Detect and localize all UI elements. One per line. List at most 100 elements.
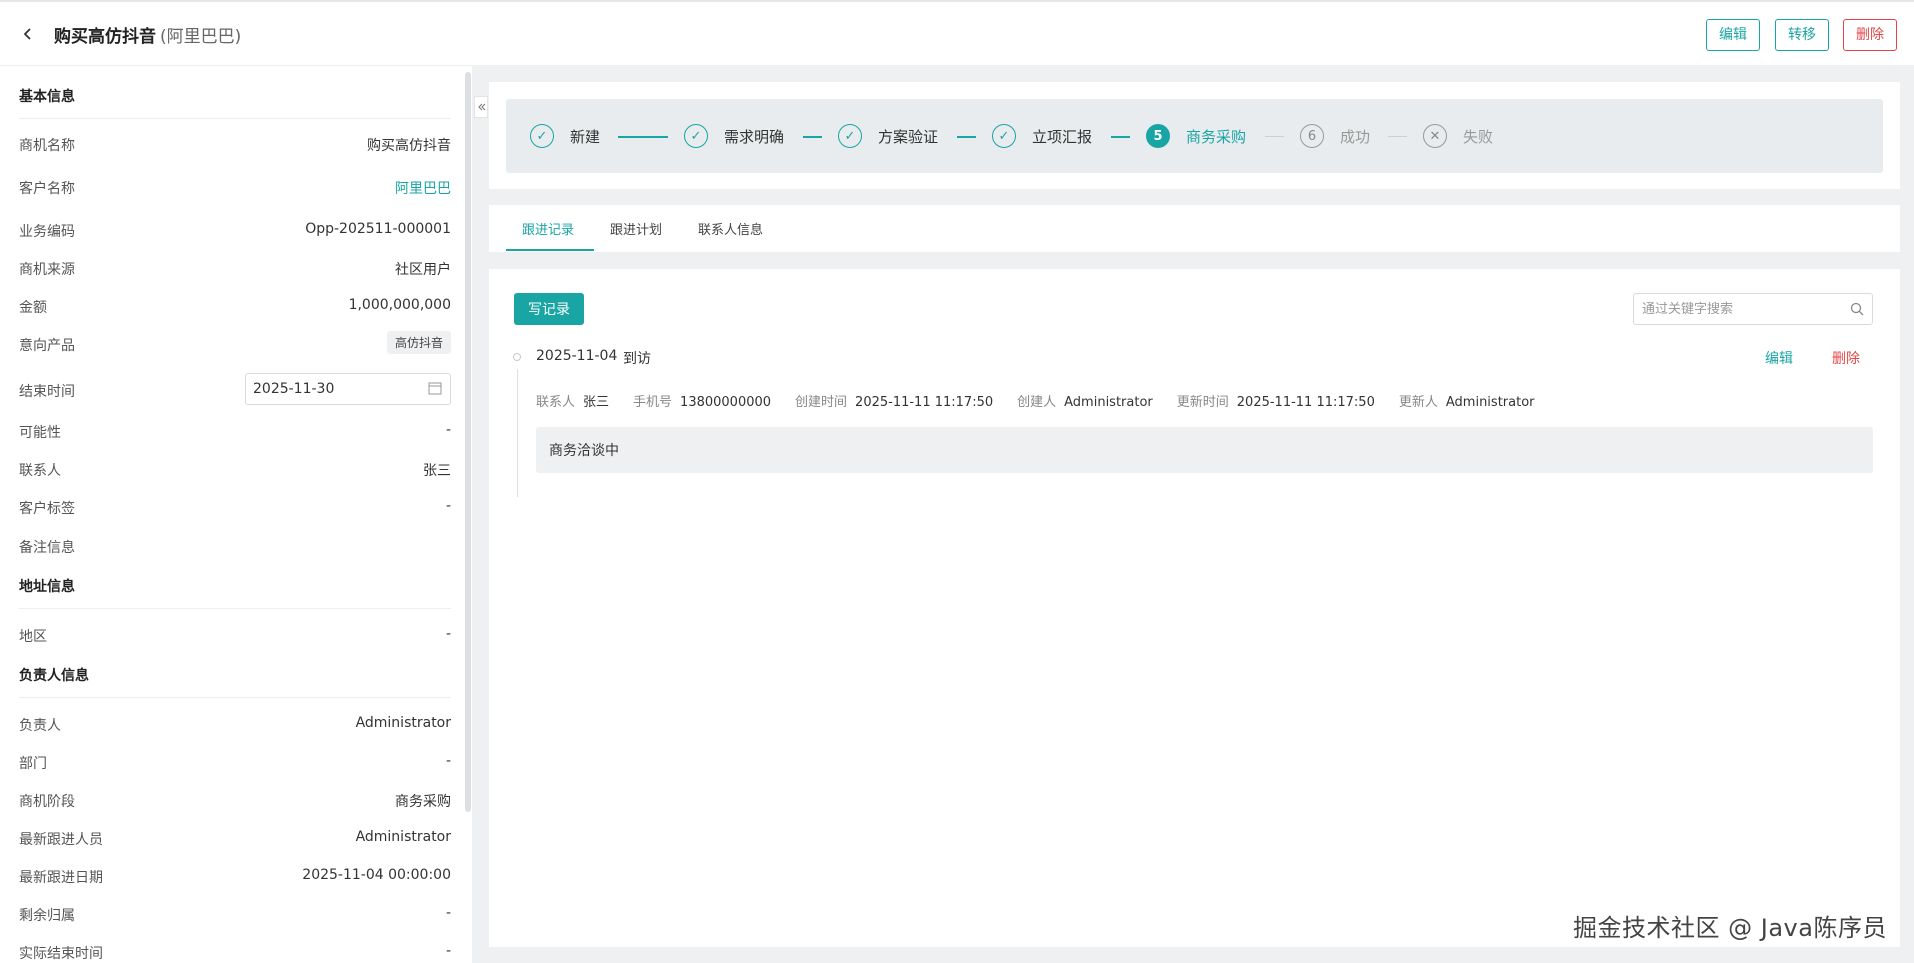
step-label: 方案验证: [878, 127, 939, 146]
meta-label: 创建时间: [795, 395, 848, 410]
step-requirement[interactable]: ✓ 需求明确: [684, 123, 784, 149]
field-label: 商机来源: [19, 262, 75, 278]
field-value: Administrator: [355, 829, 451, 845]
field-label: 地区: [19, 629, 47, 645]
customer-link[interactable]: 阿里巴巴: [395, 178, 451, 198]
stage-steps: ✓ 新建 ✓ 需求明确 ✓ 方案验证 ✓ 立项汇报 5 商务采购 6 成功 ✕ …: [506, 99, 1883, 173]
step-connector: [618, 136, 668, 138]
field-end-date: 结束时间: [19, 373, 451, 405]
field-latest-follow-date: 最新跟进日期 2025-11-04 00:00:00: [19, 867, 451, 887]
search-input[interactable]: [1633, 293, 1873, 325]
top-bar: 购买高仿抖音 (阿里巴巴) 编辑 转移 删除: [0, 0, 1914, 66]
field-label: 部门: [19, 756, 47, 772]
follow-records-panel: 写记录 2025-11-04 到访 编辑 删除 联系人张三 手机号 13800000…: [489, 269, 1900, 947]
watermark: 掘金技术社区 @ Java陈序员: [1573, 914, 1887, 942]
edit-button[interactable]: 编辑: [1706, 19, 1760, 51]
field-label: 业务编码: [19, 224, 75, 240]
field-label: 客户名称: [19, 181, 75, 197]
meta-phone: 13800000000: [680, 395, 772, 410]
step-solution[interactable]: ✓ 方案验证: [838, 123, 938, 149]
step-success[interactable]: 6 成功: [1300, 123, 1370, 149]
meta-creator: Administrator: [1064, 395, 1153, 410]
step-project-report[interactable]: ✓ 立项汇报: [992, 123, 1092, 149]
field-label: 金额: [19, 300, 47, 316]
meta-updater: Administrator: [1445, 395, 1535, 410]
page-title-customer: (阿里巴巴): [160, 27, 242, 47]
field-label: 客户标签: [19, 501, 75, 517]
detail-sidebar: 基本信息 商机名称 购买高仿抖音 客户名称 阿里巴巴 业务编码 Opp-2025…: [0, 66, 472, 963]
delete-button[interactable]: 删除: [1843, 19, 1897, 51]
tab-follow-records[interactable]: 跟进记录: [522, 219, 574, 238]
meta-label: 更新人: [1398, 395, 1438, 410]
check-icon: ✓: [992, 124, 1016, 148]
record-note: 商务洽谈中: [536, 427, 1873, 473]
field-value: 社区用户: [395, 262, 451, 278]
field-value: -: [445, 905, 451, 921]
step-label: 需求明确: [724, 127, 785, 146]
stage-steps-panel: ✓ 新建 ✓ 需求明确 ✓ 方案验证 ✓ 立项汇报 5 商务采购 6 成功 ✕ …: [489, 82, 1900, 189]
field-value: -: [445, 498, 451, 514]
field-owner: 负责人 Administrator: [19, 715, 451, 735]
field-value: -: [445, 626, 451, 642]
meta-label: 更新时间: [1176, 395, 1229, 410]
collapse-sidebar-button[interactable]: [474, 96, 488, 118]
field-source: 商机来源 社区用户: [19, 259, 451, 279]
field-amount: 金额 1,000,000,000: [19, 297, 451, 317]
field-department: 部门 -: [19, 753, 451, 773]
write-record-button[interactable]: 写记录: [514, 293, 584, 325]
field-value: -: [445, 943, 451, 959]
step-failure[interactable]: ✕ 失败: [1423, 123, 1493, 149]
field-label: 商机阶段: [19, 794, 75, 810]
field-stage: 商机阶段 商务采购: [19, 791, 451, 811]
calendar-icon[interactable]: [428, 381, 442, 395]
field-label: 商机名称: [19, 138, 75, 154]
field-value: 购买高仿抖音: [367, 138, 451, 154]
meta-label: 创建人: [1017, 395, 1057, 410]
field-latest-follower: 最新跟进人员 Administrator: [19, 829, 451, 849]
search-icon[interactable]: [1850, 302, 1864, 316]
field-contact: 联系人 张三: [19, 460, 451, 480]
field-label: 联系人: [19, 463, 61, 479]
transfer-button[interactable]: 转移: [1775, 19, 1829, 51]
step-label: 失败: [1463, 127, 1494, 146]
field-label: 意向产品: [19, 338, 75, 354]
field-label: 负责人: [19, 718, 61, 734]
end-date-input[interactable]: [245, 373, 451, 405]
step-label: 新建: [570, 127, 601, 146]
step-connector: [1388, 136, 1407, 137]
field-value: 2025-11-04 00:00:00: [302, 867, 451, 883]
sidebar-scrollbar[interactable]: [465, 72, 471, 812]
double-chevron-left-icon: [478, 103, 486, 111]
field-customer-tags: 客户标签 -: [19, 498, 451, 518]
check-icon: ✓: [838, 124, 862, 148]
field-value: 张三: [423, 463, 451, 479]
product-tag: 高仿抖音: [386, 331, 451, 354]
field-label: 最新跟进日期: [19, 870, 103, 886]
field-value: 1,000,000,000: [348, 297, 451, 313]
record-type: 到访: [623, 351, 651, 367]
tab-follow-plan[interactable]: 跟进计划: [610, 219, 662, 238]
field-value: 商务采购: [395, 794, 451, 810]
step-number-badge: 5: [1146, 124, 1170, 148]
record-edit-button[interactable]: 编辑: [1765, 348, 1793, 368]
field-value: -: [445, 753, 451, 769]
step-label: 立项汇报: [1032, 127, 1093, 146]
field-label: 可能性: [19, 425, 61, 441]
field-label: 最新跟进人员: [19, 832, 103, 848]
field-customer-name: 客户名称 阿里巴巴: [19, 178, 451, 198]
field-label: 剩余归属: [19, 908, 75, 924]
page-title: 购买高仿抖音 (阿里巴巴): [54, 22, 241, 47]
record-delete-button[interactable]: 删除: [1832, 348, 1860, 368]
step-new[interactable]: ✓ 新建: [530, 123, 600, 149]
field-remaining: 剩余归属 -: [19, 905, 451, 925]
field-probability: 可能性 -: [19, 422, 451, 442]
field-value: Administrator: [355, 715, 451, 731]
field-actual-end: 实际结束时间 -: [19, 943, 451, 963]
step-label: 成功: [1340, 127, 1371, 146]
meta-contact: 张三: [583, 395, 610, 410]
chevron-left-icon[interactable]: [20, 26, 36, 42]
tab-contact-info[interactable]: 联系人信息: [698, 219, 763, 238]
step-procurement[interactable]: 5 商务采购: [1146, 123, 1246, 149]
step-connector: [957, 136, 976, 138]
step-connector: [803, 136, 822, 138]
